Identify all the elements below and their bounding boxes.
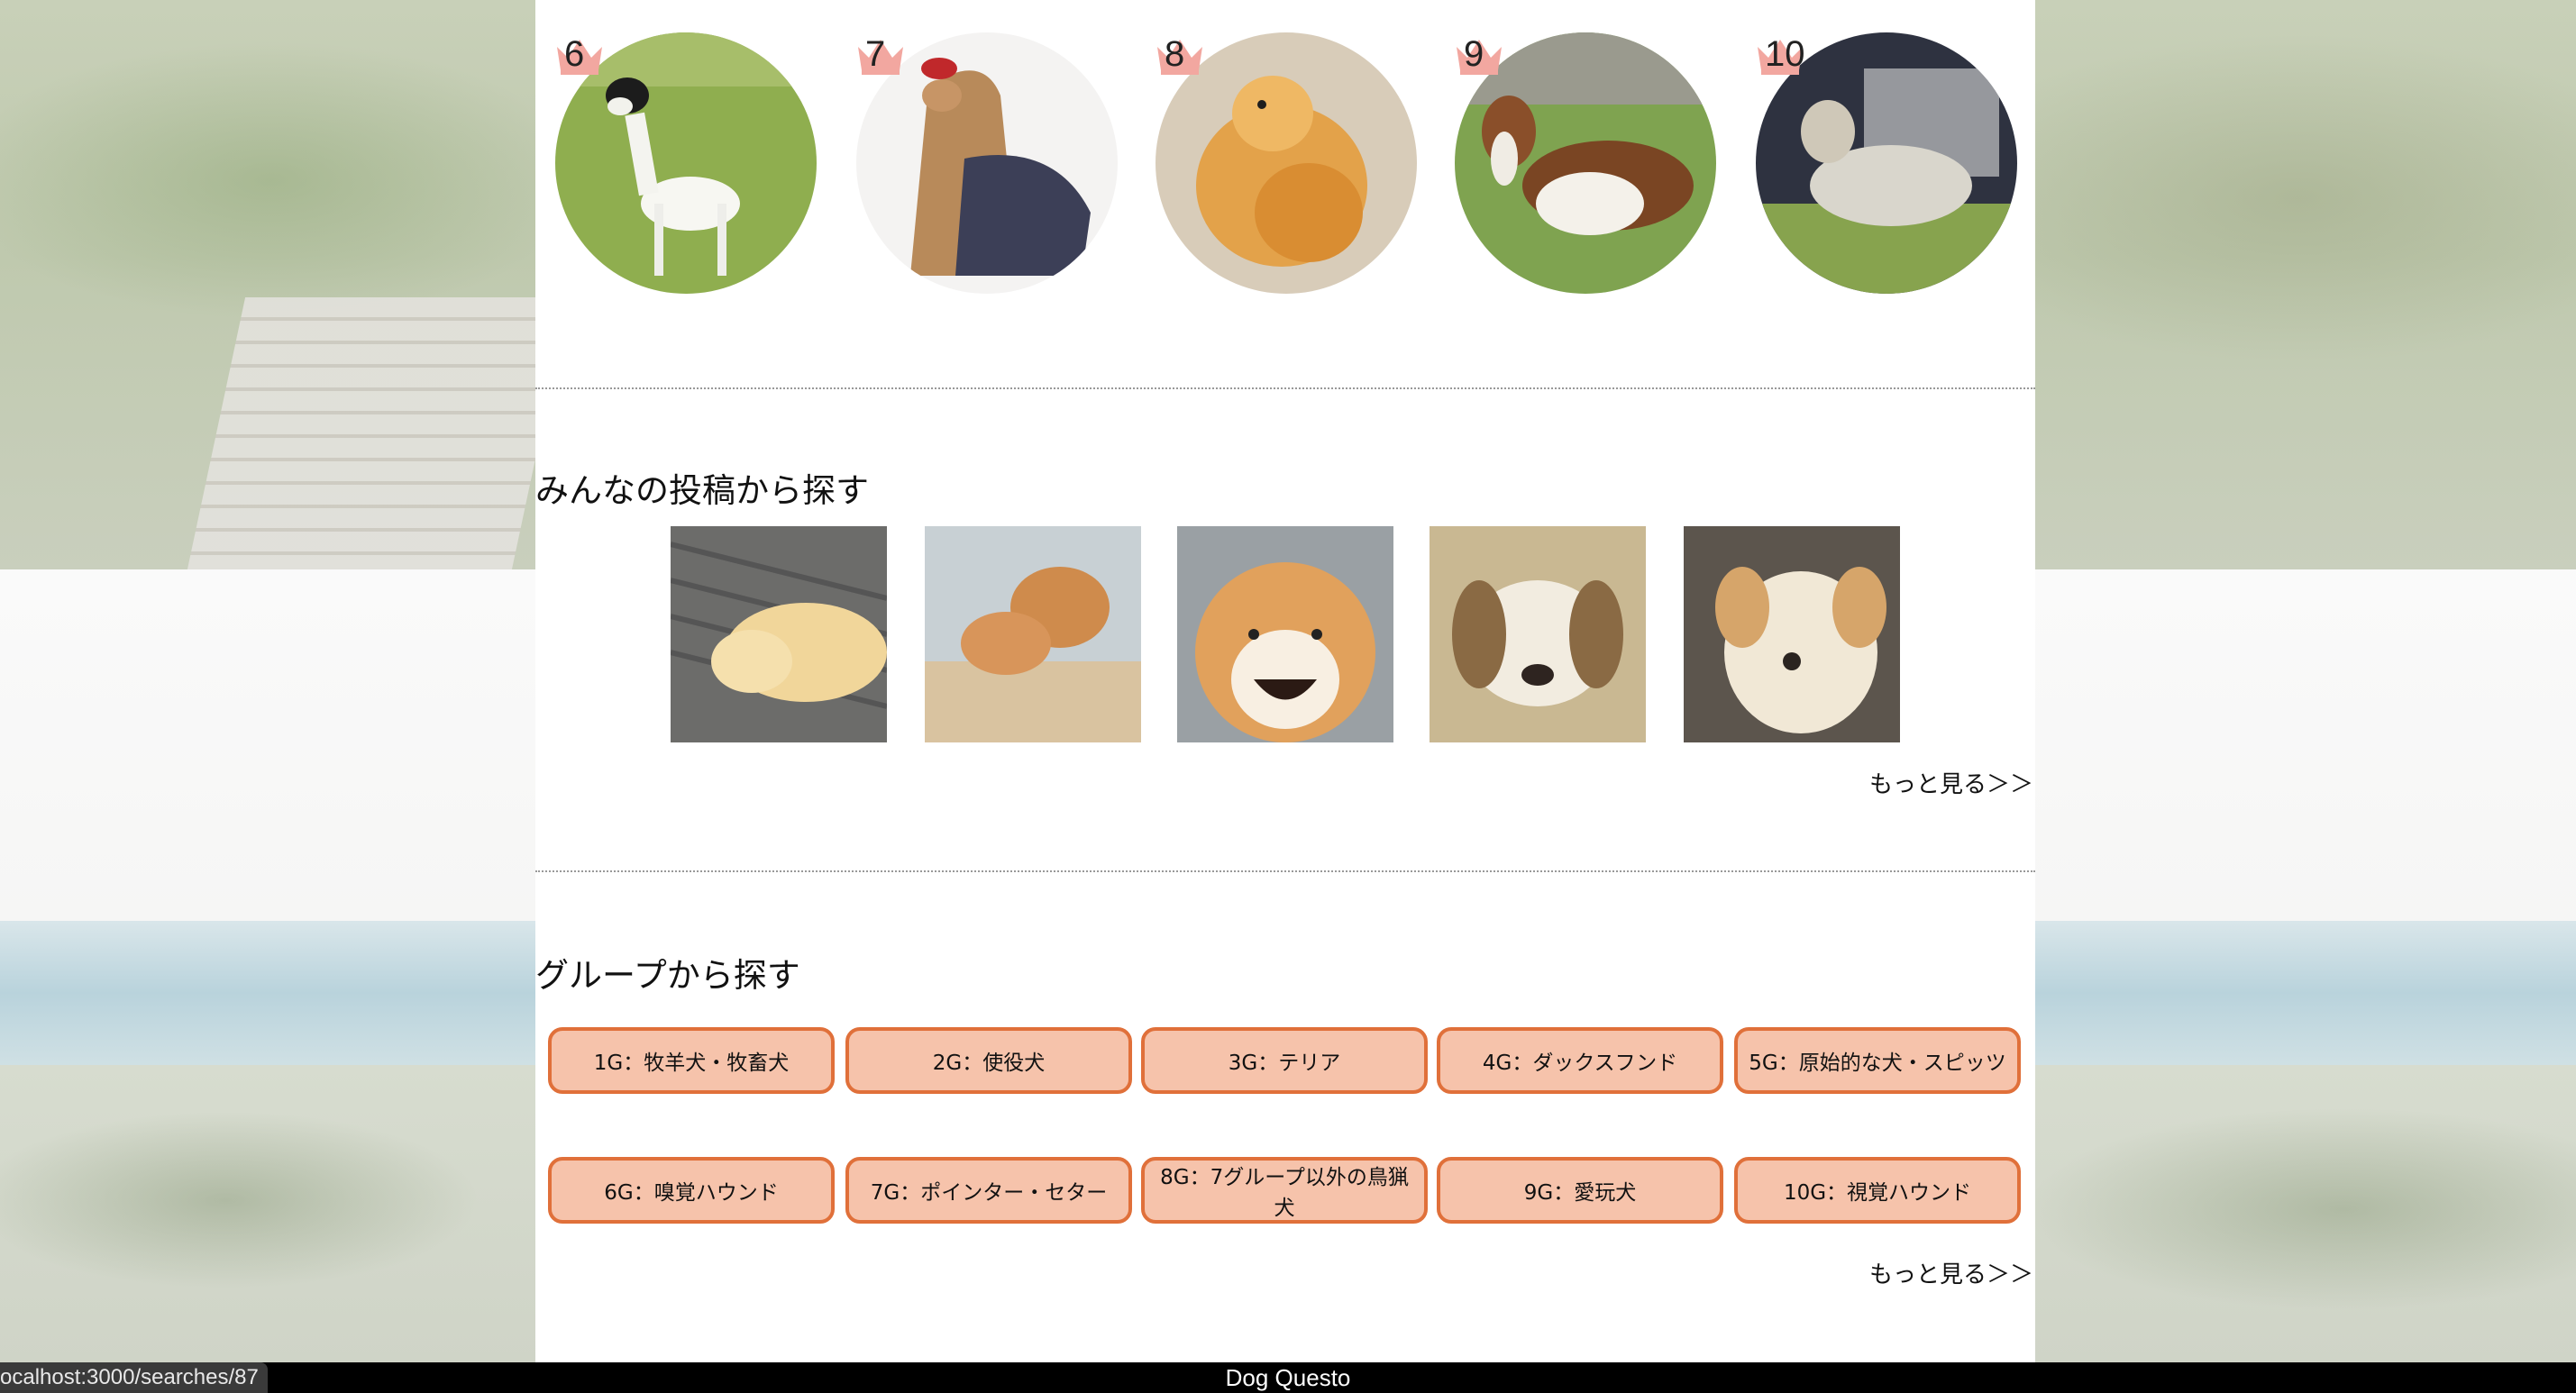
- background-boardwalk: [187, 297, 571, 569]
- group-button-1g[interactable]: 1G：牧羊犬・牧畜犬: [548, 1027, 835, 1094]
- post-thumbnail[interactable]: [1177, 526, 1393, 742]
- posts-more-link[interactable]: もっと見る＞＞: [1869, 766, 2033, 799]
- status-bar-url: ocalhost:3000/searches/87: [0, 1362, 268, 1393]
- group-button-9g[interactable]: 9G：愛玩犬: [1437, 1157, 1723, 1224]
- post-thumbnail[interactable]: [925, 526, 1141, 742]
- section-divider: [535, 870, 2035, 872]
- ranking-item[interactable]: 9: [1455, 32, 1716, 294]
- main-content: 6 7 8 9 10 みんなの投稿から探す もっと見る＞＞ グループから探す 1…: [535, 0, 2035, 1362]
- ranking-item[interactable]: 8: [1156, 32, 1417, 294]
- groups-section-title: グループから探す: [535, 956, 800, 995]
- group-button-3g[interactable]: 3G：テリア: [1141, 1027, 1428, 1094]
- group-button-10g[interactable]: 10G：視覚ハウンド: [1734, 1157, 2021, 1224]
- group-button-2g[interactable]: 2G：使役犬: [845, 1027, 1132, 1094]
- rank-number: 6: [564, 34, 585, 74]
- groups-more-link[interactable]: もっと見る＞＞: [1869, 1256, 2033, 1289]
- group-button-5g[interactable]: 5G：原始的な犬・スピッツ: [1734, 1027, 2021, 1094]
- post-thumbnail[interactable]: [1684, 526, 1900, 742]
- group-button-4g[interactable]: 4G：ダックスフンド: [1437, 1027, 1723, 1094]
- ranking-row: 6 7 8 9 10: [535, 0, 2035, 306]
- group-button-8g[interactable]: 8G：7グループ以外の鳥猟犬: [1141, 1157, 1428, 1224]
- rank-number: 8: [1165, 34, 1185, 74]
- section-divider: [535, 387, 2035, 389]
- rank-number: 9: [1464, 34, 1484, 74]
- ranking-item[interactable]: 7: [856, 32, 1118, 294]
- posts-section-title: みんなの投稿から探す: [535, 471, 869, 510]
- post-thumbnail[interactable]: [671, 526, 887, 742]
- post-thumbnail[interactable]: [1430, 526, 1646, 742]
- group-button-7g[interactable]: 7G：ポインター・セター: [845, 1157, 1132, 1224]
- footer-title: Dog Questo: [1225, 1363, 1351, 1391]
- footer-bar: Dog Questo: [0, 1362, 2576, 1393]
- rank-number: 10: [1765, 34, 1805, 74]
- rank-number: 7: [865, 34, 886, 74]
- ranking-item[interactable]: 6: [555, 32, 817, 294]
- group-button-6g[interactable]: 6G：嗅覚ハウンド: [548, 1157, 835, 1224]
- ranking-item[interactable]: 10: [1756, 32, 2017, 294]
